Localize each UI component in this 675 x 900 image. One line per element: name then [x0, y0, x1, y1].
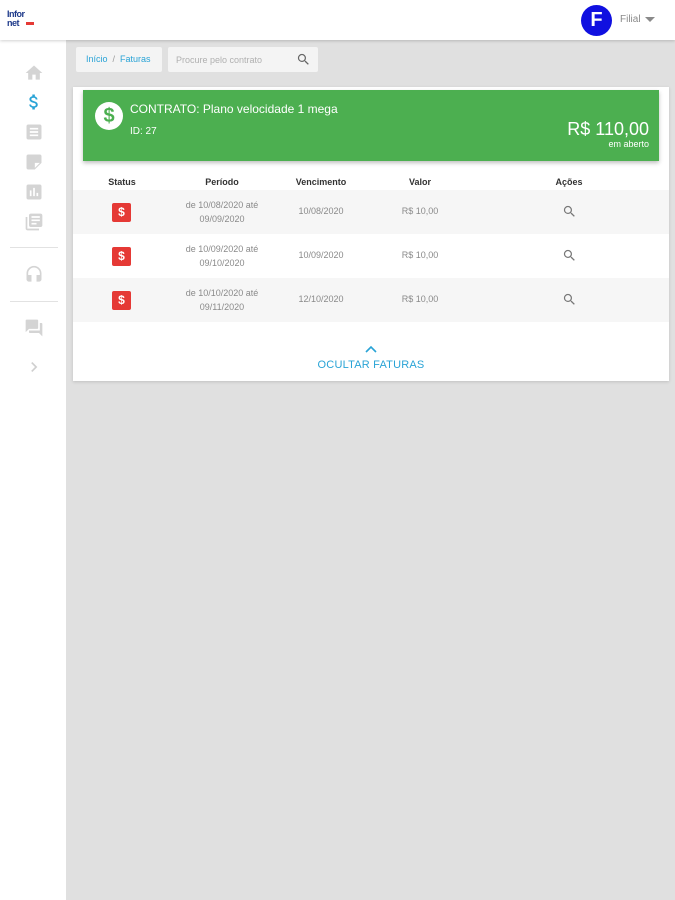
- chevron-right-icon[interactable]: [24, 357, 44, 377]
- header-due: Vencimento: [295, 177, 347, 187]
- row-period: de 10/09/2020 até 09/10/2020: [172, 242, 272, 270]
- logo-accent: [26, 22, 34, 25]
- dollar-icon[interactable]: [24, 92, 44, 112]
- row-period: de 10/08/2020 até 09/09/2020: [172, 198, 272, 226]
- search-input[interactable]: [176, 52, 288, 67]
- bar-chart-icon[interactable]: [24, 182, 44, 202]
- breadcrumb-separator: /: [112, 54, 116, 64]
- header-value: Valor: [408, 177, 432, 187]
- sidebar: [0, 40, 67, 900]
- view-invoice-search-icon[interactable]: [562, 292, 577, 307]
- contract-search: [168, 47, 318, 72]
- view-invoice-search-icon[interactable]: [562, 204, 577, 219]
- main-content: Início / Faturas $ CONTRATO: Plano velocid…: [67, 40, 675, 900]
- period-end: 09/09/2020: [199, 214, 245, 224]
- logo-text-line2: net: [7, 18, 20, 28]
- contract-title: CONTRATO: Plano velocidade 1 mega: [130, 102, 338, 116]
- row-period: de 10/10/2020 até 09/11/2020: [172, 286, 272, 314]
- open-invoice-badge: $: [112, 247, 131, 266]
- contract-id: ID: 27: [130, 126, 157, 137]
- user-name[interactable]: Filial: [620, 14, 641, 25]
- tag-icon[interactable]: [24, 152, 44, 172]
- row-value: R$ 10,00: [401, 250, 439, 260]
- period-start: de 10/08/2020 até: [185, 200, 259, 210]
- home-icon[interactable]: [24, 63, 44, 83]
- open-invoice-badge: $: [112, 291, 131, 310]
- row-due-date: 10/09/2020: [298, 250, 344, 260]
- headset-icon[interactable]: [24, 265, 44, 285]
- hide-invoices-button[interactable]: OCULTAR FATURAS: [73, 345, 669, 373]
- app-logo[interactable]: Infor net: [7, 10, 37, 32]
- period-end: 09/11/2020: [199, 302, 245, 312]
- chevron-up-icon: [365, 345, 377, 353]
- chat-icon[interactable]: [24, 318, 44, 338]
- invoices-card: $ CONTRATO: Plano velocidade 1 mega ID: …: [73, 87, 669, 381]
- avatar[interactable]: F: [581, 5, 612, 36]
- user-menu-caret-icon[interactable]: [645, 17, 655, 22]
- document-icon[interactable]: [24, 122, 44, 142]
- hide-invoices-label: OCULTAR FATURAS: [317, 359, 425, 371]
- period-start: de 10/09/2020 até: [185, 244, 259, 254]
- contract-amount: R$ 110,00: [567, 119, 649, 139]
- breadcrumb: Início / Faturas: [76, 47, 162, 72]
- breadcrumb-home-link[interactable]: Início: [86, 54, 108, 64]
- header-status: Status: [108, 177, 136, 187]
- period-end: 09/10/2020: [199, 258, 245, 268]
- header-actions: Ações: [555, 177, 583, 187]
- table-row: $ de 10/09/2020 até 09/10/2020 10/09/202…: [73, 234, 669, 278]
- top-bar: Infor net F Filial: [0, 0, 675, 40]
- row-value: R$ 10,00: [401, 206, 439, 216]
- search-icon[interactable]: [296, 52, 311, 67]
- row-due-date: 10/08/2020: [298, 206, 344, 216]
- open-invoice-badge: $: [112, 203, 131, 222]
- row-value: R$ 10,00: [401, 294, 439, 304]
- dollar-circle-icon: $: [95, 102, 123, 130]
- breadcrumb-current[interactable]: Faturas: [120, 54, 151, 64]
- table-header: Status Período Vencimento Valor Ações: [73, 177, 669, 189]
- library-icon[interactable]: [24, 212, 44, 232]
- sidebar-divider: [10, 247, 58, 248]
- table-row: $ de 10/08/2020 até 09/09/2020 10/08/202…: [73, 190, 669, 234]
- period-start: de 10/10/2020 até: [185, 288, 259, 298]
- table-row: $ de 10/10/2020 até 09/11/2020 12/10/202…: [73, 278, 669, 322]
- contract-banner[interactable]: $ CONTRATO: Plano velocidade 1 mega ID: …: [83, 90, 659, 161]
- row-due-date: 12/10/2020: [298, 294, 344, 304]
- view-invoice-search-icon[interactable]: [562, 248, 577, 263]
- contract-status: em aberto: [608, 139, 649, 149]
- header-period: Período: [205, 177, 239, 187]
- sidebar-divider: [10, 301, 58, 302]
